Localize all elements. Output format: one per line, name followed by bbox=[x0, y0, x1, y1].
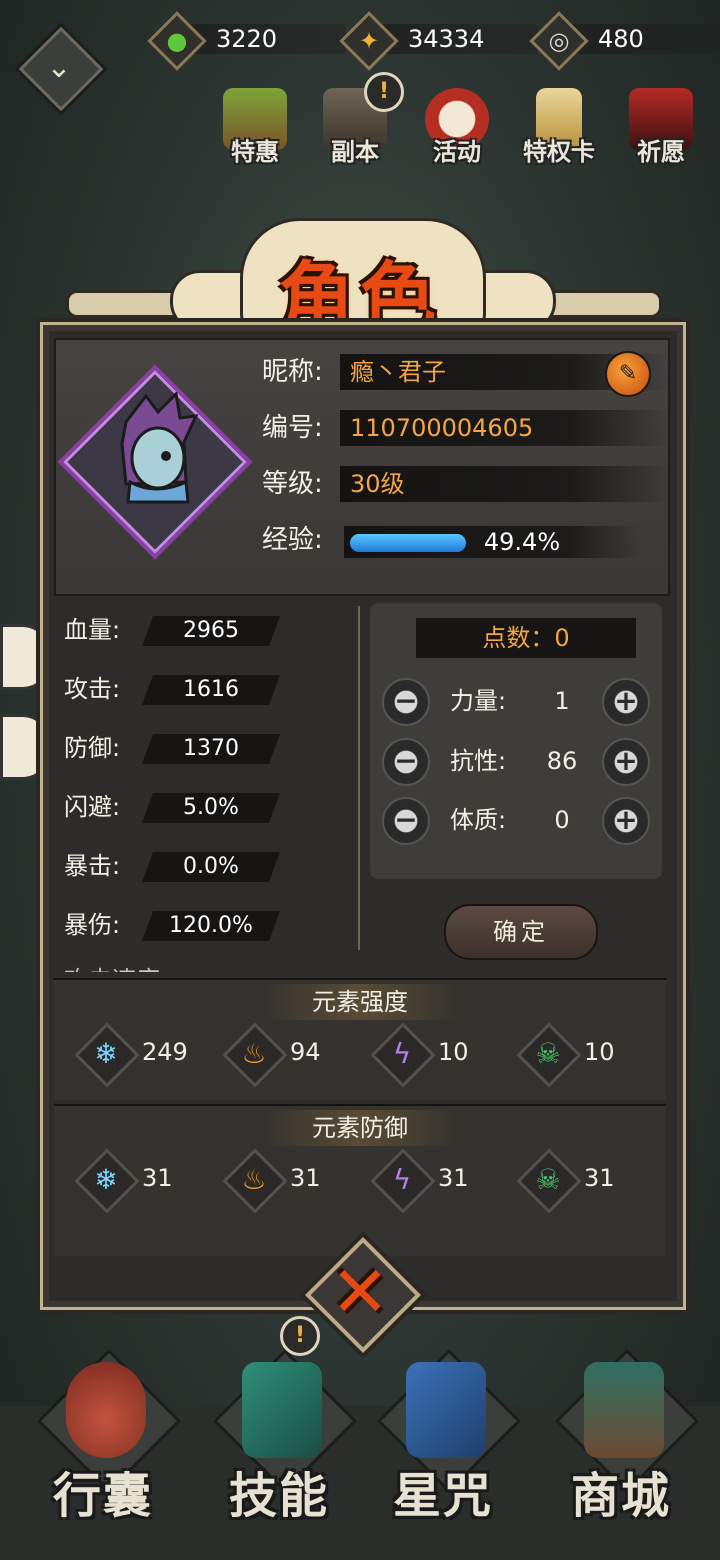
attribute-row-strength: − 力量: 1 + bbox=[380, 678, 660, 726]
close-button[interactable]: ✕ bbox=[305, 1237, 421, 1353]
nav-star-spell[interactable]: 星咒 bbox=[368, 1340, 522, 1540]
poison-skull-icon: ☠ bbox=[535, 1037, 561, 1070]
nav-shop[interactable]: 商城 bbox=[546, 1340, 700, 1540]
section-title: 元素强度 bbox=[264, 984, 456, 1020]
element-defense-section: 元素防御 ❄ 31 ♨ 31 ϟ 31 ☠ 31 bbox=[54, 1104, 666, 1256]
plus-button[interactable]: + bbox=[602, 738, 650, 786]
edit-nickname-button[interactable]: ✎ bbox=[605, 351, 651, 397]
shop-stall-icon bbox=[584, 1362, 664, 1458]
menu-toggle-button[interactable]: ⌄ bbox=[14, 22, 108, 116]
plus-button[interactable]: + bbox=[602, 797, 650, 845]
element-strength-section: 元素强度 ❄ 249 ♨ 94 ϟ 10 ☠ 10 bbox=[54, 978, 666, 1100]
feature-dungeon[interactable]: 副本 ! bbox=[312, 72, 404, 188]
section-title: 元素防御 bbox=[264, 1110, 456, 1146]
exp-progress-bar: 49.4% bbox=[344, 526, 640, 558]
avatar bbox=[120, 392, 199, 504]
stat-attack-speed: 攻击速度 bbox=[64, 960, 160, 972]
close-icon: ✕ bbox=[330, 1251, 390, 1333]
gold-coin-icon: ✦ bbox=[358, 27, 380, 55]
star-scroll-icon bbox=[406, 1362, 486, 1458]
ice-icon: ❄ bbox=[94, 1037, 118, 1070]
lightning-icon: ϟ bbox=[392, 1037, 412, 1070]
stats-scrollbar[interactable] bbox=[358, 606, 360, 950]
resource-silver: ◎ 480 bbox=[529, 11, 720, 71]
feature-special-offer[interactable]: 特惠 bbox=[212, 88, 298, 188]
confirm-button[interactable]: 确定 bbox=[444, 904, 598, 960]
silver-swirl-icon: ◎ bbox=[548, 27, 570, 55]
minus-button[interactable]: − bbox=[382, 678, 430, 726]
brush-icon: ✎ bbox=[618, 361, 638, 386]
nav-skills[interactable]: 技能 ! bbox=[204, 1316, 358, 1540]
attribute-row-constitution: − 体质: 0 + bbox=[380, 797, 660, 845]
jade-icon: ● bbox=[166, 27, 188, 55]
plus-button[interactable]: + bbox=[602, 678, 650, 726]
nav-bag[interactable]: 行囊 bbox=[28, 1340, 182, 1540]
points-header: 点数：0 bbox=[416, 618, 636, 658]
ice-icon: ❄ bbox=[94, 1163, 118, 1196]
resource-gold: ✦ 34334 bbox=[339, 11, 538, 71]
stats-list[interactable]: 血量: 2965 攻击: 1616 防御: 1370 闪避: 5.0% 暴击: … bbox=[54, 594, 354, 972]
lightning-icon: ϟ bbox=[392, 1163, 412, 1196]
feature-privilege-card[interactable]: 特权卡 bbox=[516, 88, 602, 188]
bag-icon bbox=[66, 1362, 146, 1458]
feature-event[interactable]: 活动 bbox=[414, 88, 500, 188]
attribute-row-resistance: − 抗性: 86 + bbox=[380, 738, 660, 786]
minus-button[interactable]: − bbox=[382, 738, 430, 786]
feature-wish[interactable]: 祈愿 bbox=[618, 88, 704, 188]
minus-button[interactable]: − bbox=[382, 797, 430, 845]
exp-progress-text: 49.4% bbox=[483, 528, 561, 556]
alert-badge: ! bbox=[364, 72, 404, 112]
level-value: 30级 bbox=[340, 466, 670, 502]
poison-skull-icon: ☠ bbox=[535, 1163, 561, 1196]
resource-jade: ● 3220 bbox=[147, 11, 346, 71]
fire-icon: ♨ bbox=[241, 1037, 267, 1070]
sword-serpent-icon bbox=[242, 1362, 322, 1458]
id-value: 110700004605 bbox=[340, 410, 670, 446]
chevron-down-icon: ⌄ bbox=[46, 50, 72, 85]
fire-icon: ♨ bbox=[241, 1163, 267, 1196]
